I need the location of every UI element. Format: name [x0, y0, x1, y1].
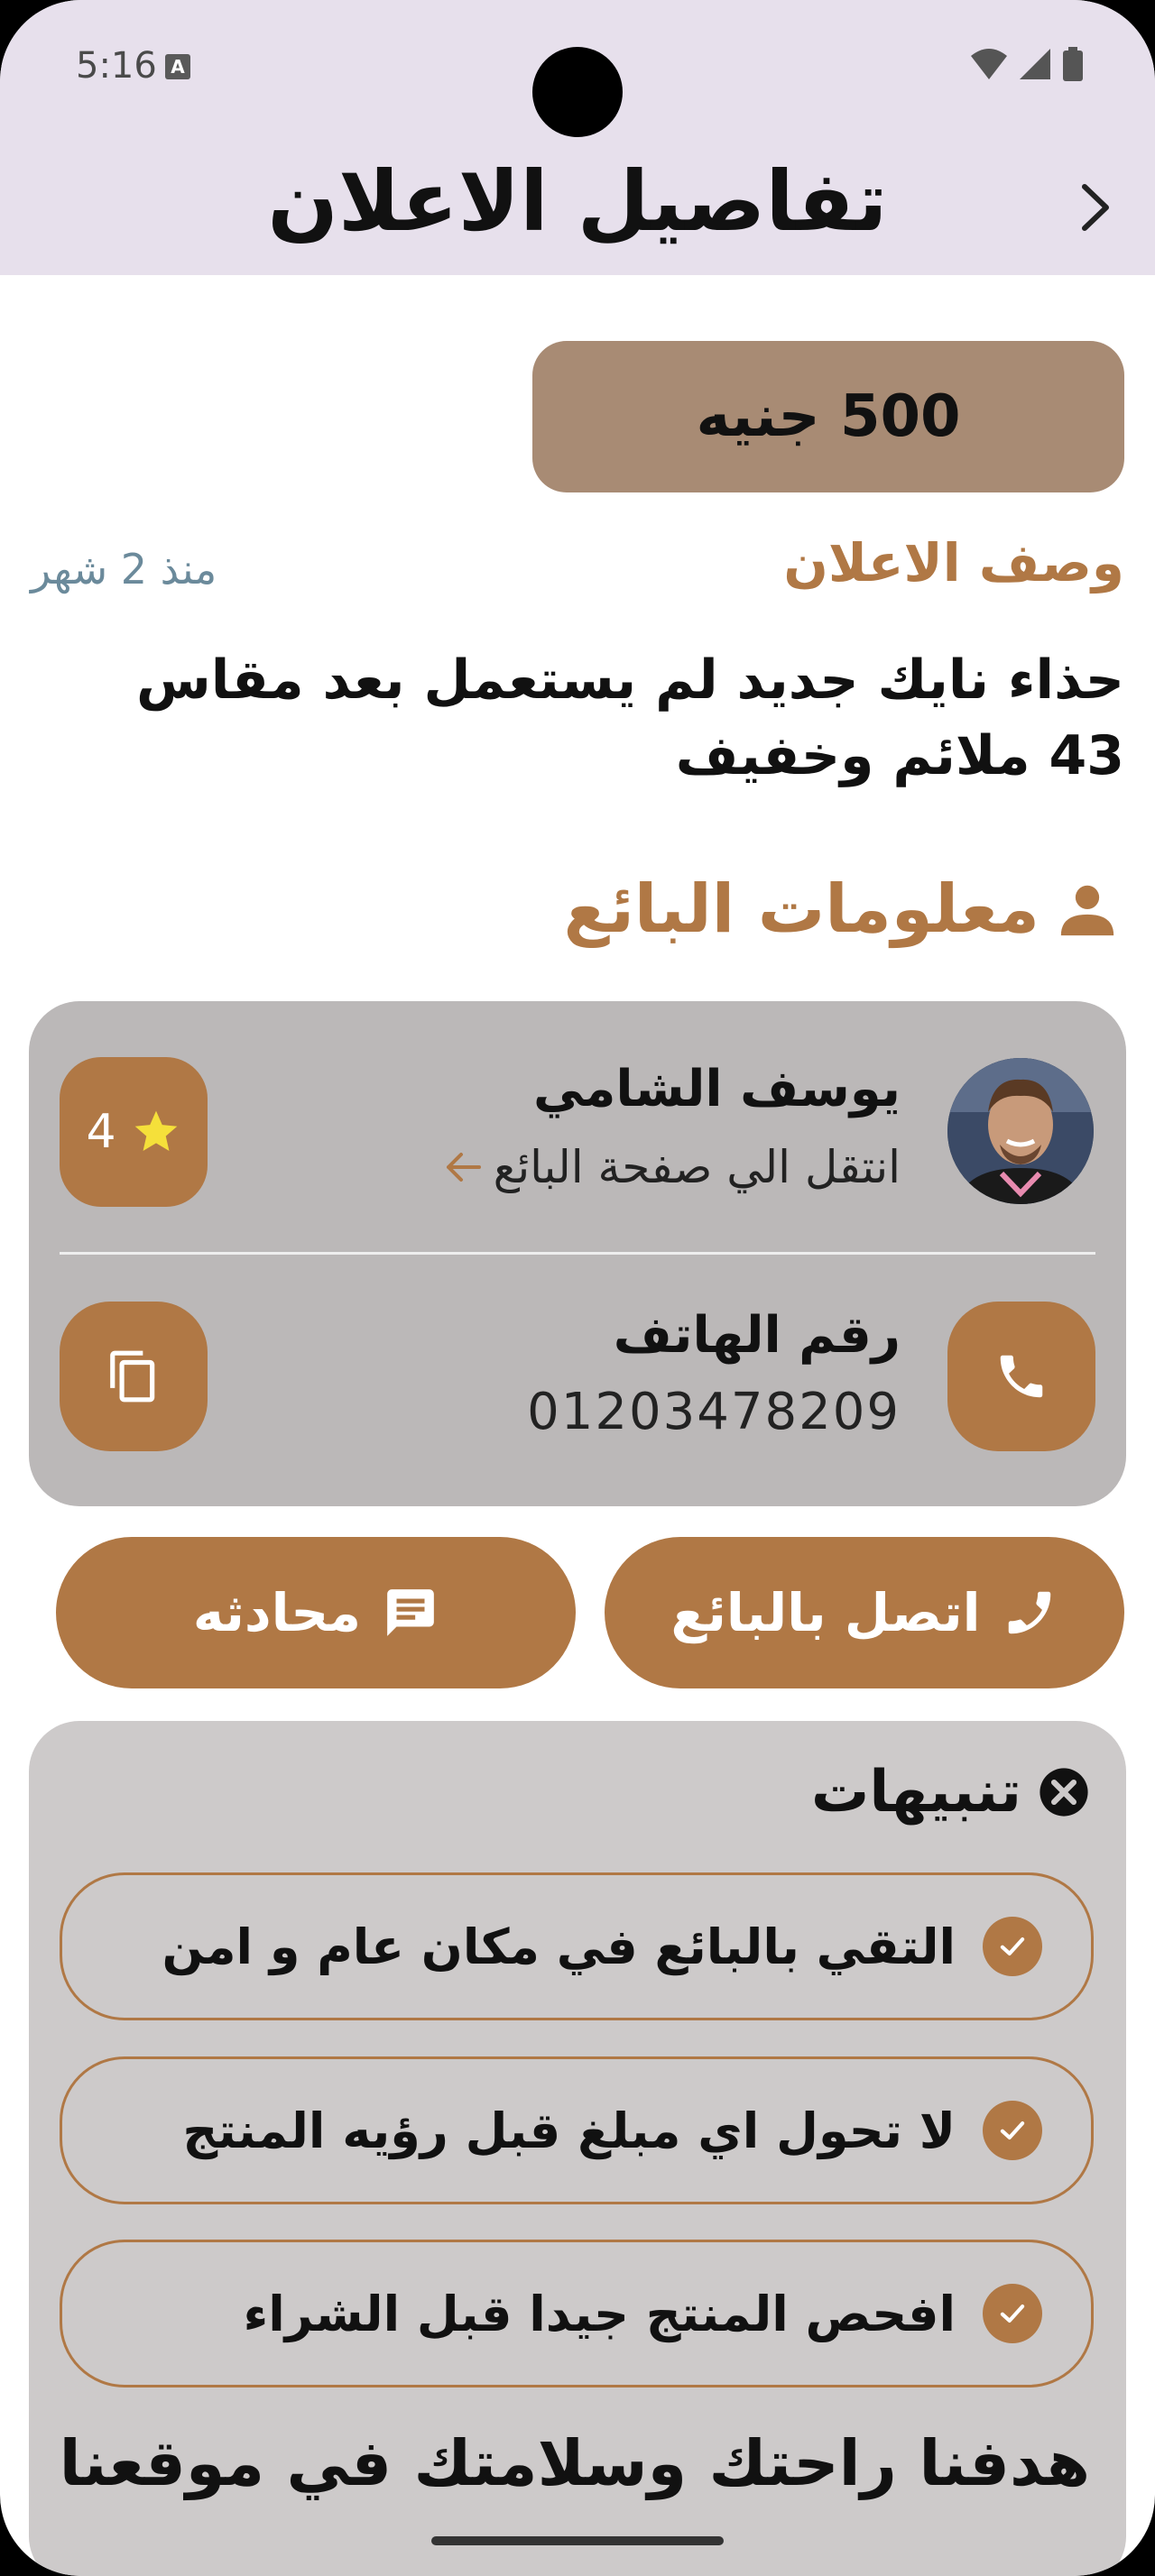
copy-phone-button[interactable]: [60, 1302, 208, 1451]
copy-icon: [110, 1350, 155, 1403]
alert-text: افحص المنتج جيدا قبل الشراء: [243, 2285, 956, 2342]
alert-text: لا تحول اي مبلغ قبل رؤيه المنتج: [182, 2102, 956, 2159]
chat-icon: [387, 1589, 434, 1636]
seller-section-title: معلومات البائع: [563, 870, 1040, 948]
home-indicator[interactable]: [431, 2536, 724, 2545]
battery-icon: [1063, 47, 1083, 81]
alert-item: افحص المنتج جيدا قبل الشراء: [60, 2240, 1094, 2387]
phone-label: رقم الهاتف: [613, 1306, 901, 1365]
alerts-title: تنبيهات: [811, 1759, 1021, 1826]
phone-call-button[interactable]: [947, 1302, 1095, 1451]
chat-button[interactable]: محادثه: [56, 1537, 576, 1688]
arrow-left-icon: [446, 1153, 481, 1182]
phone-number: 01203478209: [527, 1383, 901, 1441]
description-text: حذاء نايك جديد لم يستعمل بعد مقاس 43 ملا…: [135, 649, 1124, 787]
star-icon: [134, 1110, 177, 1151]
seller-profile-link-label: انتقل الي صفحة البائع: [493, 1141, 901, 1193]
alert-text: التقي بالبائع في مكان عام و امن: [162, 1918, 956, 1975]
wifi-icon: [971, 49, 1007, 79]
back-button[interactable]: [1065, 176, 1128, 239]
status-icons: [971, 47, 1083, 81]
seller-avatar[interactable]: [947, 1058, 1094, 1204]
alert-item: التقي بالبائع في مكان عام و امن: [60, 1872, 1094, 2020]
avatar-image: [947, 1058, 1094, 1204]
phone-icon: [1009, 1591, 1051, 1634]
check-icon: [983, 2101, 1042, 2160]
check-icon: [983, 1917, 1042, 1976]
chevron-right-icon: [1082, 184, 1109, 231]
close-circle-icon: [1040, 1768, 1088, 1817]
signal-icon: [1020, 49, 1050, 79]
phone-icon: [1000, 1355, 1043, 1398]
alert-item: لا تحول اي مبلغ قبل رؤيه المنتج: [60, 2056, 1094, 2204]
safety-footer-text: هدفنا راحتك وسلامتك في موقعنا: [59, 2426, 1090, 2500]
status-time: 5:16: [76, 45, 157, 87]
screen: 5:16 A تفاصيل الاعلان 500 جنيه وصف الاعل…: [0, 0, 1155, 2576]
chat-label: محادثه: [192, 1582, 362, 1643]
posted-time: منذ 2 شهر: [31, 545, 217, 593]
notification-a-icon: A: [165, 54, 190, 79]
top-app-bar: 5:16 A تفاصيل الاعلان: [0, 0, 1155, 275]
rating-value: 4: [86, 1105, 116, 1159]
seller-rating-badge: 4: [60, 1057, 208, 1207]
description-title: وصف الاعلان: [783, 532, 1124, 593]
alerts-header: تنبيهات: [811, 1759, 1090, 1826]
page-title: تفاصيل الاعلان: [267, 153, 888, 250]
call-seller-label: اتصل بالبائع: [670, 1582, 981, 1643]
camera-cutout: [532, 47, 623, 137]
seller-name: يوسف الشامي: [533, 1060, 901, 1118]
check-icon: [983, 2284, 1042, 2343]
call-seller-button[interactable]: اتصل بالبائع: [605, 1537, 1124, 1688]
seller-profile-link[interactable]: انتقل الي صفحة البائع: [443, 1141, 901, 1193]
price-badge: 500 جنيه: [532, 341, 1124, 492]
card-divider: [60, 1252, 1095, 1255]
seller-section-header: معلومات البائع: [564, 870, 1119, 948]
person-icon: [1060, 885, 1114, 936]
